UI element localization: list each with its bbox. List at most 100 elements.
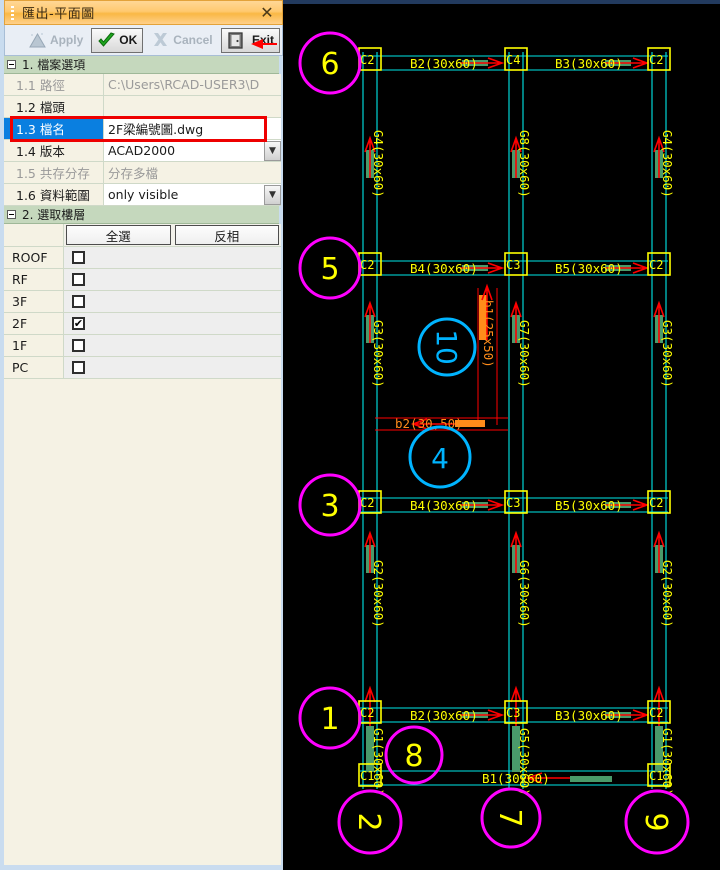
row-file-header[interactable]: 1.2 檔頭 (4, 96, 281, 118)
window-top-strip (283, 0, 720, 4)
collapse-icon[interactable] (7, 210, 16, 219)
invert-selection-button[interactable]: 反相 (174, 225, 279, 245)
svg-text:B3(30x60): B3(30x60) (555, 56, 623, 71)
row-data-range[interactable]: 1.6 資料範圍 only visible ▼ (4, 184, 281, 206)
floor-name: RF (4, 269, 64, 290)
svg-text:4: 4 (431, 442, 449, 475)
floor-row-roof[interactable]: ROOF (4, 247, 281, 269)
row-storage-mode[interactable]: 1.5 共存分存 分存多檔 (4, 162, 281, 184)
svg-text:G3(30x60): G3(30x60) (371, 320, 386, 388)
ok-label: OK (119, 33, 138, 47)
svg-text:B5(30x60): B5(30x60) (555, 498, 623, 513)
storage-mode-label: 1.5 共存分存 (4, 162, 104, 183)
checkbox-roof[interactable] (72, 251, 85, 264)
svg-text:B2(30x60): B2(30x60) (410, 56, 478, 71)
spacer-cell (4, 224, 64, 246)
svg-text:6: 6 (320, 47, 339, 82)
dialog-title: 匯出-平面圖 (22, 7, 95, 22)
close-icon[interactable]: ✕ (258, 4, 276, 22)
svg-text:B4(30x60): B4(30x60) (410, 261, 478, 276)
floor-check-cell[interactable]: ✔ (64, 313, 281, 334)
filename-input[interactable]: 2F梁編號圖.dwg (104, 118, 281, 139)
svg-text:C3: C3 (506, 258, 520, 272)
floor-check-cell[interactable] (64, 269, 281, 290)
svg-text:C4: C4 (506, 53, 520, 67)
svg-text:G6(30x60): G6(30x60) (517, 560, 532, 628)
svg-text:B4(30x60): B4(30x60) (410, 498, 478, 513)
svg-text:G2(30x60): G2(30x60) (371, 560, 386, 628)
slab-bubbles: 10 4 (408, 317, 477, 489)
cad-viewport[interactable]: C2 C4 C2 C2 C3 C2 C2 C3 C2 C2 C3 C2 C1 C1 B2(30x6… (283, 0, 720, 870)
checkbox-1f[interactable] (72, 339, 85, 352)
floor-check-cell[interactable] (64, 291, 281, 312)
dialog-toolbar: Apply OK Cancel Exit (4, 25, 283, 56)
svg-text:C2: C2 (649, 258, 663, 272)
file-options-grid: 1.1 路徑 C:\Users\RCAD-USER3\D 1.2 檔頭 1.3 … (4, 74, 281, 206)
svg-text:8: 8 (404, 739, 423, 774)
svg-text:B5(30x60): B5(30x60) (555, 261, 623, 276)
checkbox-pc[interactable] (72, 361, 85, 374)
file-header-label: 1.2 檔頭 (4, 96, 104, 117)
floor-row-rf[interactable]: RF (4, 269, 281, 291)
svg-text:G4(30x60): G4(30x60) (371, 130, 386, 198)
floor-row-3f[interactable]: 3F (4, 291, 281, 313)
app-root: 匯出-平面圖 ✕ Apply OK Cancel Exit 1. 檔案選項 1.… (0, 0, 720, 870)
svg-text:C2: C2 (360, 496, 374, 510)
collapse-icon[interactable] (7, 60, 16, 69)
svg-text:C2: C2 (649, 706, 663, 720)
svg-text:G4(30x60): G4(30x60) (660, 130, 675, 198)
cad-drawing: C2 C4 C2 C2 C3 C2 C2 C3 C2 C2 C3 C2 C1 C1 B2(30x6… (298, 31, 690, 855)
floor-check-cell[interactable] (64, 335, 281, 356)
floor-check-cell[interactable] (64, 247, 281, 268)
cancel-button[interactable]: Cancel (145, 28, 218, 53)
row-version[interactable]: 1.4 版本 ACAD2000 ▼ (4, 140, 281, 162)
data-range-label: 1.6 資料範圍 (4, 184, 104, 205)
version-value[interactable]: ACAD2000 ▼ (104, 140, 281, 161)
svg-text:3: 3 (320, 489, 339, 524)
checkbox-rf[interactable] (72, 273, 85, 286)
floor-select-table: 全選 反相 ROOF RF 3F 2F ✔ 1F PC (4, 224, 281, 865)
checkbox-3f[interactable] (72, 295, 85, 308)
group2-title: 2. 選取樓層 (22, 208, 86, 222)
chevron-down-icon[interactable]: ▼ (264, 140, 281, 161)
floor-row-1f[interactable]: 1F (4, 335, 281, 357)
dialog-frame: 匯出-平面圖 ✕ Apply OK Cancel Exit 1. 檔案選項 1.… (0, 0, 283, 870)
svg-text:2: 2 (351, 812, 386, 831)
exit-button[interactable]: Exit (220, 27, 280, 53)
svg-text:G5(30x60): G5(30x60) (517, 728, 532, 796)
cancel-label: Cancel (173, 33, 213, 47)
ok-button[interactable]: OK (91, 27, 144, 53)
svg-text:C2: C2 (649, 496, 663, 510)
select-all-button[interactable]: 全選 (66, 225, 171, 245)
chevron-down-icon[interactable]: ▼ (264, 184, 281, 205)
apply-label: Apply (49, 33, 84, 47)
svg-text:G8(30x60): G8(30x60) (517, 130, 532, 198)
apply-button[interactable]: Apply (22, 28, 89, 53)
data-range-value[interactable]: only visible ▼ (104, 184, 281, 205)
svg-text:B1(30x60): B1(30x60) (482, 771, 550, 786)
dialog-titlebar[interactable]: 匯出-平面圖 ✕ (4, 0, 283, 25)
floor-check-cell[interactable] (64, 357, 281, 378)
version-selected-text: ACAD2000 (108, 143, 176, 158)
drag-grip-icon[interactable] (8, 5, 18, 21)
file-header-value[interactable] (104, 96, 281, 117)
apply-icon (28, 31, 47, 50)
svg-text:G1(30x60): G1(30x60) (371, 728, 386, 796)
floor-name: 3F (4, 291, 64, 312)
row-filename[interactable]: 1.3 檔名 2F梁編號圖.dwg (4, 118, 281, 140)
svg-text:C2: C2 (360, 258, 374, 272)
floor-name: ROOF (4, 247, 64, 268)
floor-row-2f[interactable]: 2F ✔ (4, 313, 281, 335)
slab-bubble-labels: 10 4 (430, 329, 463, 475)
group-header-floor-select[interactable]: 2. 選取樓層 (4, 206, 279, 224)
svg-text:1: 1 (320, 702, 339, 737)
svg-text:G1(30x60): G1(30x60) (660, 728, 675, 796)
path-value: C:\Users\RCAD-USER3\D (104, 74, 281, 95)
group-header-file-options[interactable]: 1. 檔案選項 (4, 56, 279, 74)
row-path[interactable]: 1.1 路徑 C:\Users\RCAD-USER3\D (4, 74, 281, 96)
svg-text:G2(30x60): G2(30x60) (660, 560, 675, 628)
floor-row-pc[interactable]: PC (4, 357, 281, 379)
floor-name: 2F (4, 313, 64, 334)
checkbox-2f[interactable]: ✔ (72, 317, 85, 330)
floor-name: 1F (4, 335, 64, 356)
